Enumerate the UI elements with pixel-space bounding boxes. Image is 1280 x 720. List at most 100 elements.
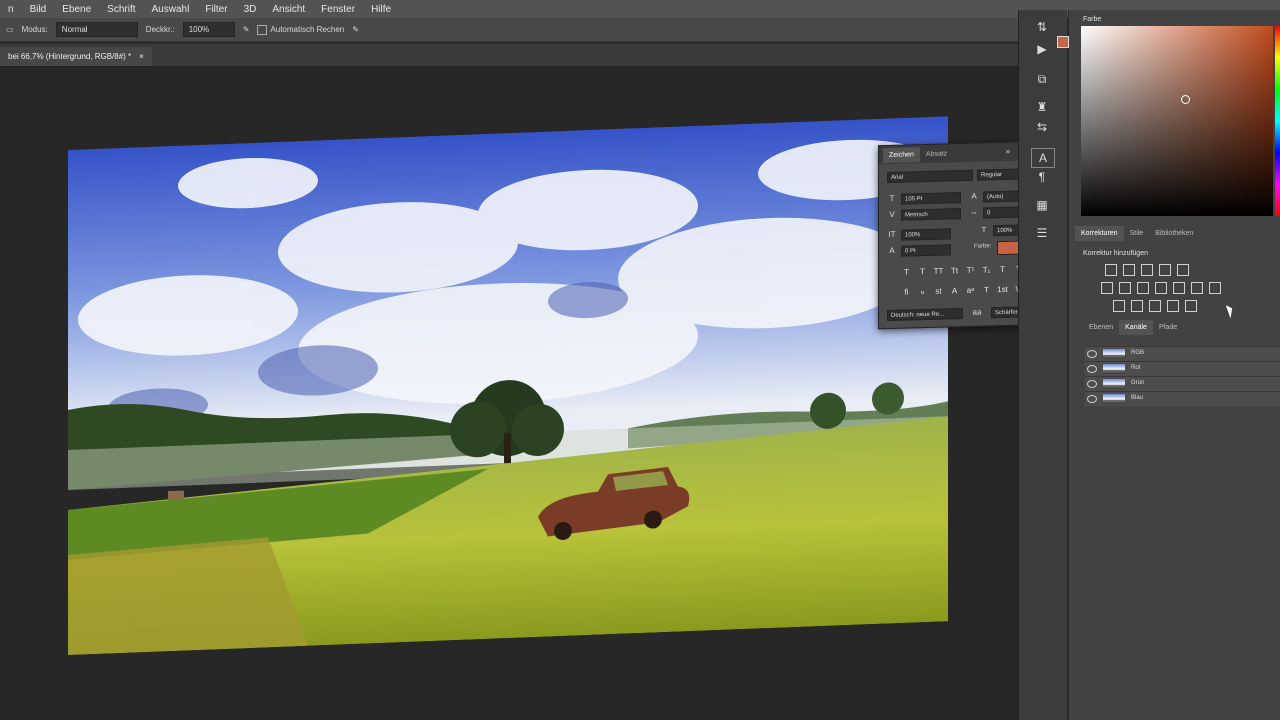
gradient-map-icon[interactable] xyxy=(1149,300,1161,312)
document-tab[interactable]: bei 66,7% (Hintergrund, RGB/8#) * × xyxy=(0,47,152,66)
vibrance-icon[interactable] xyxy=(1177,264,1189,276)
paragraph-icon[interactable]: ¶ xyxy=(1031,168,1053,186)
exposure-icon[interactable] xyxy=(1159,264,1171,276)
old-style-icon[interactable]: 1st xyxy=(997,285,1008,294)
tab-ebenen[interactable]: Ebenen xyxy=(1083,320,1119,335)
visibility-eye-icon[interactable] xyxy=(1087,395,1097,403)
pressure-icon[interactable]: ✎ xyxy=(243,25,250,34)
channel-row[interactable]: Blau xyxy=(1085,391,1280,406)
threshold-icon[interactable] xyxy=(1131,300,1143,312)
tool-presets-icon[interactable]: ⇆ xyxy=(1031,118,1053,136)
visibility-eye-icon[interactable] xyxy=(1087,350,1097,358)
fraction-icon[interactable]: T xyxy=(981,285,992,294)
font-family-select[interactable]: Arial xyxy=(887,169,973,184)
baseline-shift-input[interactable]: 0 Pt xyxy=(901,244,951,257)
subscript-icon[interactable]: T₁ xyxy=(981,265,992,274)
visibility-eye-icon[interactable] xyxy=(1087,380,1097,388)
properties-icon[interactable]: ☰ xyxy=(1031,224,1053,242)
swash-icon[interactable]: ℴ xyxy=(917,287,928,296)
tab-bibliotheken[interactable]: Bibliotheken xyxy=(1149,226,1199,241)
brush-preset-icon[interactable]: ▭ xyxy=(6,25,14,34)
channel-row[interactable]: RGB xyxy=(1085,346,1280,361)
channel-row[interactable]: Rot xyxy=(1085,361,1280,376)
modus-select[interactable]: Normal xyxy=(55,22,138,37)
titling-icon[interactable]: A xyxy=(949,286,960,295)
tab-absatz[interactable]: Absatz xyxy=(920,146,953,162)
menu-item-hilfe[interactable]: Hilfe xyxy=(363,4,399,15)
expand-icon[interactable]: » xyxy=(1003,147,1013,157)
right-panel-dock: Farbe Korrekturen Stile Bibliotheken Kor… xyxy=(1057,10,1280,720)
vertical-scale-input[interactable]: 100% xyxy=(901,228,951,241)
posterize-icon[interactable] xyxy=(1113,300,1125,312)
superscript-icon[interactable]: T¹ xyxy=(965,266,976,275)
color-picker-ring[interactable] xyxy=(1181,95,1190,104)
tab-zeichen[interactable]: Zeichen xyxy=(883,147,920,164)
clone-source-icon[interactable]: ⧉ xyxy=(1031,70,1053,88)
photoshop-window: n Bild Ebene Schrift Auswahl Filter 3D A… xyxy=(0,0,1280,720)
tab-korrekturen[interactable]: Korrekturen xyxy=(1075,226,1124,241)
layers-tabs: Ebenen Kanäle Pfade xyxy=(1083,320,1183,335)
opentype-buttons: fi ℴ st A aᵃ T 1st ½ xyxy=(901,284,1024,296)
color-balance-icon[interactable] xyxy=(1119,282,1131,294)
faux-italic-icon[interactable]: T xyxy=(917,267,928,276)
adjustments-tabs: Korrekturen Stile Bibliotheken xyxy=(1075,226,1199,241)
tab-stile[interactable]: Stile xyxy=(1124,226,1150,241)
modus-label: Modus: xyxy=(21,25,48,34)
color-picker-field[interactable] xyxy=(1081,26,1273,216)
character-icon[interactable]: A xyxy=(1031,148,1055,168)
color-lookup-icon[interactable] xyxy=(1191,282,1203,294)
menu-item-filter[interactable]: Filter xyxy=(197,4,235,15)
menu-item-schrift[interactable]: Schrift xyxy=(99,4,143,15)
all-caps-icon[interactable]: TT xyxy=(933,267,944,276)
ordinal-icon[interactable]: aᵃ xyxy=(965,286,976,295)
small-caps-icon[interactable]: Tt xyxy=(949,266,960,275)
glyphs-icon[interactable]: ▦ xyxy=(1031,196,1053,214)
foreground-color-chip[interactable] xyxy=(1057,36,1069,48)
pen-icon[interactable]: ✎ xyxy=(352,25,359,34)
menu-item-3d[interactable]: 3D xyxy=(236,4,265,15)
adjustments-row-1 xyxy=(1105,264,1189,276)
kerning-select[interactable]: Metrisch xyxy=(901,208,961,221)
document-tab-bar: bei 66,7% (Hintergrund, RGB/8#) * × xyxy=(0,44,1040,67)
brightness-icon[interactable] xyxy=(1105,264,1117,276)
ligature-icon[interactable]: fi xyxy=(901,287,912,296)
channel-row[interactable]: Grün xyxy=(1085,376,1280,391)
selective-color-icon[interactable] xyxy=(1167,300,1179,312)
menu-item-ebene[interactable]: Ebene xyxy=(54,4,99,15)
menu-item-window[interactable]: n xyxy=(0,4,22,15)
checkbox-icon[interactable] xyxy=(257,24,268,35)
stylistic-icon[interactable]: st xyxy=(933,287,944,296)
language-select[interactable]: Deutsch: neue Re... xyxy=(887,308,963,322)
menu-item-ansicht[interactable]: Ansicht xyxy=(264,4,313,15)
faux-bold-icon[interactable]: T xyxy=(901,267,912,276)
curves-icon[interactable] xyxy=(1141,264,1153,276)
document-image[interactable] xyxy=(68,116,948,655)
hue-slider[interactable] xyxy=(1275,26,1280,216)
auto-label: Automatisch Rechen xyxy=(270,24,345,34)
brush-settings-icon[interactable]: ♜ xyxy=(1031,98,1053,116)
channel-thumbnail xyxy=(1103,394,1125,404)
hue-saturation-icon[interactable] xyxy=(1101,282,1113,294)
mask-icon[interactable] xyxy=(1185,300,1197,312)
deckkr-input[interactable]: 100% xyxy=(182,22,235,37)
auto-checkbox[interactable]: Automatisch Rechen xyxy=(257,24,345,35)
options-bar: ▭ Modus: Normal Deckkr.: 100% ✎ Automati… xyxy=(0,18,1040,42)
font-size-input[interactable]: 105 Pt xyxy=(901,192,961,205)
menu-item-auswahl[interactable]: Auswahl xyxy=(144,4,198,15)
levels-icon[interactable] xyxy=(1123,264,1135,276)
history-icon[interactable]: ⇅ xyxy=(1031,18,1053,36)
underline-icon[interactable]: T xyxy=(997,265,1008,274)
menu-item-fenster[interactable]: Fenster xyxy=(313,4,363,15)
photo-filter-icon[interactable] xyxy=(1155,282,1167,294)
play-icon[interactable]: ▶ xyxy=(1031,40,1053,58)
black-white-icon[interactable] xyxy=(1137,282,1149,294)
menu-item-bild[interactable]: Bild xyxy=(22,4,55,15)
tab-kanaele[interactable]: Kanäle xyxy=(1119,320,1153,335)
channel-thumbnail xyxy=(1103,379,1125,389)
channel-mixer-icon[interactable] xyxy=(1173,282,1185,294)
font-size-icon: T xyxy=(889,193,895,203)
invert-icon[interactable] xyxy=(1209,282,1221,294)
tab-pfade[interactable]: Pfade xyxy=(1153,320,1183,335)
close-icon[interactable]: × xyxy=(139,47,144,66)
visibility-eye-icon[interactable] xyxy=(1087,365,1097,373)
